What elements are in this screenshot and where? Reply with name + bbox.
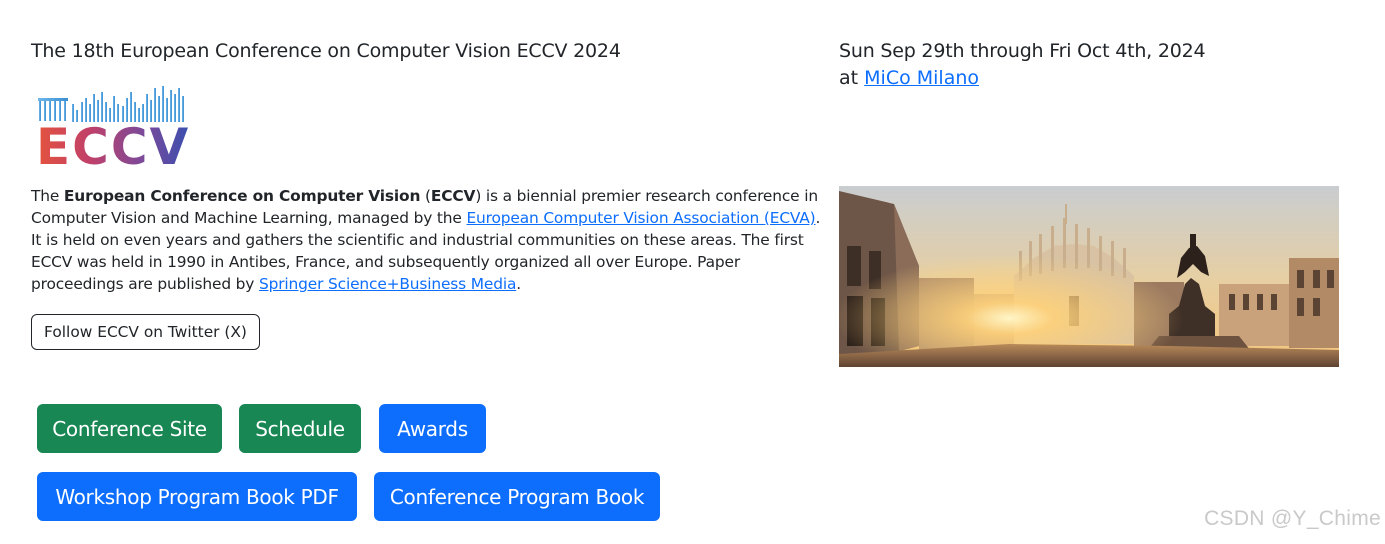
eccv-logo: ECCV — [36, 86, 190, 168]
svg-text:ECCV: ECCV — [36, 118, 190, 168]
ecva-link[interactable]: European Computer Vision Association (EC… — [466, 209, 815, 227]
venue-link[interactable]: MiCo Milano — [864, 67, 979, 89]
conference-dates: Sun Sep 29th through Fri Oct 4th, 2024 — [839, 40, 1206, 62]
csdn-watermark: CSDN @Y_Chime — [1204, 507, 1381, 530]
milan-duomo-photo — [839, 186, 1339, 367]
workshop-program-book-button[interactable]: Workshop Program Book PDF — [37, 472, 357, 521]
awards-button[interactable]: Awards — [379, 404, 486, 453]
follow-twitter-button[interactable]: Follow ECCV on Twitter (X) — [31, 314, 260, 350]
venue-line: at MiCo Milano — [839, 67, 980, 89]
conference-site-button[interactable]: Conference Site — [37, 404, 222, 453]
page-title: The 18th European Conference on Computer… — [31, 40, 621, 62]
schedule-button[interactable]: Schedule — [239, 404, 361, 453]
springer-link[interactable]: Springer Science+Business Media — [259, 275, 516, 293]
conference-program-book-button[interactable]: Conference Program Book — [374, 472, 660, 521]
conference-description: The European Conference on Computer Visi… — [31, 187, 821, 293]
